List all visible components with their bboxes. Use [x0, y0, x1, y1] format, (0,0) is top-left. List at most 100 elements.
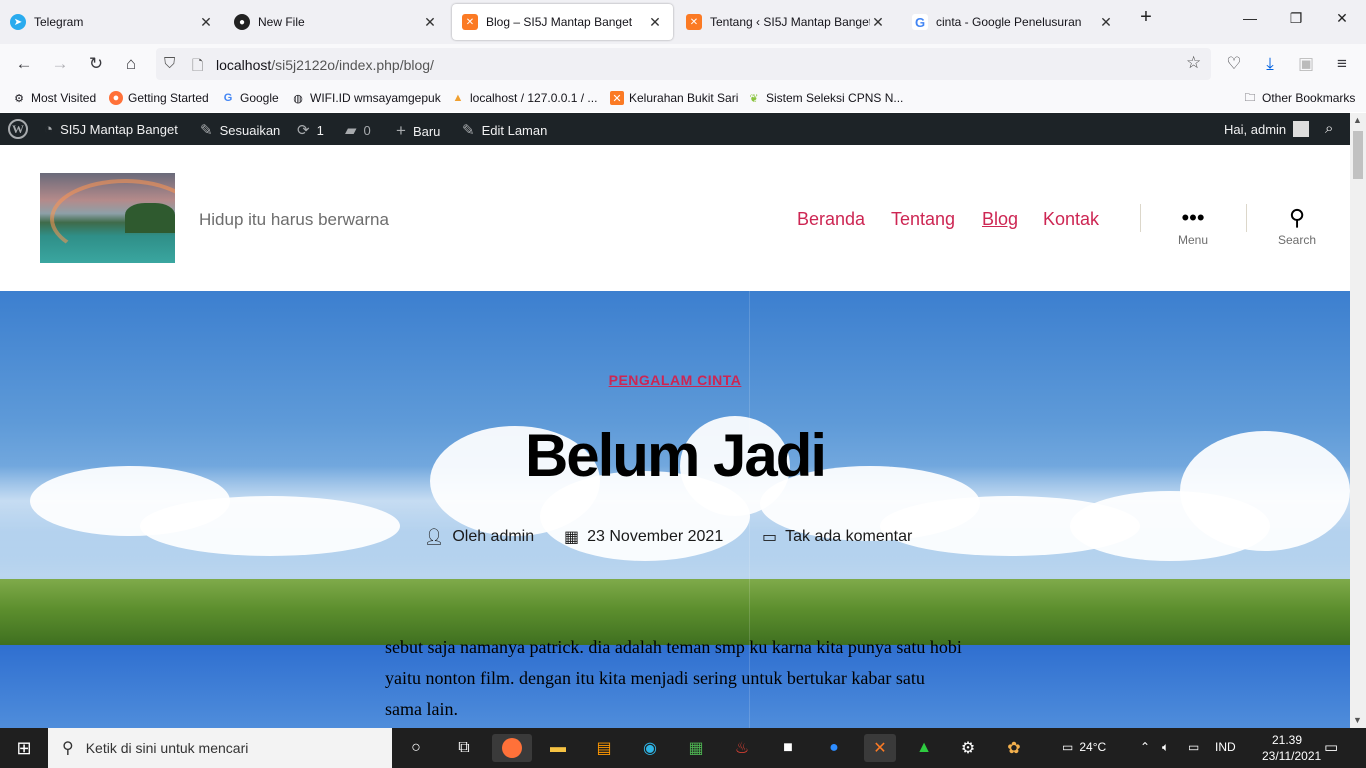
admin-new[interactable]: + Baru [396, 121, 440, 141]
post-comments[interactable]: ▭ Tak ada komentar [762, 527, 912, 547]
browser-tab-strip: ➤ Telegram ✕ ● New File ✕ ✕ Blog – SI5J … [0, 0, 1366, 44]
language-indicator[interactable]: IND [1215, 740, 1236, 754]
wordpress-logo-icon[interactable]: W [8, 119, 28, 139]
close-icon[interactable]: ✕ [422, 14, 438, 31]
star-icon[interactable]: ☆ [1186, 53, 1201, 73]
bookmark-cpns[interactable]: ❦ Sistem Seleksi CPNS N... [747, 91, 903, 105]
close-icon[interactable]: ✕ [870, 14, 886, 31]
download-button[interactable]: ⤓ [1258, 52, 1282, 76]
google-icon: G [223, 92, 233, 104]
folder-icon: 🗀 [1244, 91, 1256, 104]
bookmark-getting-started[interactable]: ● Getting Started [109, 91, 209, 105]
tab-google[interactable]: G cinta - Google Penelusuran ✕ [902, 4, 1124, 40]
bookmark-wifi-id[interactable]: ◍ WIFI.ID wmsayamgepuk [291, 91, 441, 105]
globe-icon: ◍ [293, 92, 303, 105]
clock[interactable]: 21.39 23/11/2021 [1262, 732, 1321, 764]
taskbar-search[interactable]: ⚲ Ketik di sini untuk mencari [48, 728, 392, 768]
file-explorer-icon[interactable]: ▬ [544, 734, 572, 762]
bookmark-google[interactable]: G Google [221, 91, 279, 105]
post-author[interactable]: 👤︎ Oleh admin [424, 527, 534, 547]
url-bar[interactable]: ⛉ 🗋 localhost/si5j2122o/index.php/blog/ … [156, 48, 1211, 80]
bookmark-phpmyadmin[interactable]: ▲ localhost / 127.0.0.1 / ... [451, 91, 598, 105]
forward-button[interactable]: → [48, 52, 72, 76]
admin-edit-page[interactable]: ✎ Edit Laman [462, 121, 547, 139]
paint-icon[interactable]: ✿ [1000, 734, 1028, 762]
xampp-icon: ✕ [462, 14, 478, 30]
search-icon: ⚲ [1288, 205, 1306, 230]
site-logo[interactable] [40, 173, 175, 263]
menu-item-kontak[interactable]: Kontak [1043, 209, 1099, 230]
scroll-down-icon[interactable]: ▼ [1353, 715, 1362, 725]
sublime-icon[interactable]: ▤ [590, 734, 618, 762]
restore-button[interactable]: ❐ [1276, 10, 1316, 27]
page-scrollbar[interactable]: ▲ ▼ [1350, 113, 1366, 728]
google-icon: G [912, 14, 928, 30]
bookmark-most-visited[interactable]: ⚙ Most Visited [12, 91, 96, 105]
new-tab-button[interactable]: + [1126, 6, 1166, 29]
java-icon[interactable]: ♨ [728, 734, 756, 762]
cortana-icon[interactable]: ○ [402, 734, 430, 762]
scrollbar-thumb[interactable] [1353, 131, 1363, 179]
home-button[interactable]: ⌂ [119, 52, 143, 76]
weather-widget[interactable]: ▭ 24°C [1062, 740, 1106, 754]
volume-icon[interactable]: 🔈︎ [1162, 740, 1169, 755]
tab-new-file[interactable]: ● New File ✕ [224, 4, 448, 40]
tray-chevron-icon[interactable]: ⌃ [1140, 740, 1150, 754]
menu-item-blog[interactable]: Blog [982, 209, 1018, 230]
tab-telegram[interactable]: ➤ Telegram ✕ [0, 4, 224, 40]
page-icon[interactable]: 🗋 [192, 55, 203, 79]
windows-start-icon[interactable]: ⊞ [10, 734, 38, 762]
tab-tentang[interactable]: ✕ Tentang ‹ SI5J Mantap Banget — ✕ [676, 4, 896, 40]
admin-account[interactable]: Hai, admin [1224, 121, 1310, 137]
bookmarks-toolbar: ⚙ Most Visited ● Getting Started G Google ◍… [0, 84, 1366, 112]
notification-icon[interactable]: ▭ [1324, 738, 1338, 756]
admin-comments[interactable]: ▰ 0 [345, 121, 371, 139]
close-icon[interactable]: ✕ [198, 14, 214, 31]
admin-customize[interactable]: ✎ Sesuaikan [200, 121, 280, 139]
zoom-icon[interactable]: ● [820, 734, 848, 762]
close-icon[interactable]: ✕ [647, 14, 663, 31]
url-text[interactable]: localhost/si5j2122o/index.php/blog/ [216, 57, 434, 73]
xampp-taskbar-icon[interactable]: ✕ [864, 734, 896, 762]
admin-search-icon[interactable]: ⌕ [1325, 120, 1333, 137]
weather-icon: ▭ [1062, 740, 1074, 754]
post-title: Belum Jadi [524, 422, 827, 489]
app-menu-button[interactable]: ≡ [1330, 52, 1354, 76]
admin-updates[interactable]: ⟳ 1 [297, 121, 324, 139]
category-link[interactable]: PENGALAM CINTA [609, 372, 742, 388]
comment-icon: ▭ [762, 529, 778, 546]
scroll-up-icon[interactable]: ▲ [1353, 115, 1362, 125]
post-date[interactable]: ▦ 23 November 2021 [564, 527, 723, 547]
triangle-app-icon[interactable]: ▲ [910, 734, 938, 762]
search-toggle-button[interactable]: ⚲ Search [1262, 203, 1332, 247]
close-icon[interactable]: ✕ [1098, 14, 1114, 31]
minimize-button[interactable]: — [1230, 10, 1270, 26]
task-view-icon[interactable]: ⧉ [450, 734, 478, 762]
tab-title: Blog – SI5J Mantap Banget [486, 15, 633, 29]
firefox-taskbar-icon[interactable] [492, 734, 532, 762]
tab-blog[interactable]: ✕ Blog – SI5J Mantap Banget ✕ [452, 4, 673, 40]
battery-icon[interactable]: ▭ [1188, 740, 1199, 754]
menu-item-beranda[interactable]: Beranda [797, 209, 865, 230]
tab-title: cinta - Google Penelusuran [936, 15, 1082, 29]
tab-title: New File [258, 15, 305, 29]
jetbrains-icon[interactable]: ■ [774, 734, 802, 762]
site-header: Hidup itu harus berwarna Beranda Tentang… [0, 145, 1350, 291]
tab-title: Telegram [34, 15, 84, 29]
spreadsheet-icon[interactable]: ▦ [682, 734, 710, 762]
bookmark-kelurahan[interactable]: ✕ Kelurahan Bukit Sari [610, 91, 738, 105]
reload-button[interactable]: ↻ [84, 52, 108, 76]
settings-icon[interactable]: ⚙ [954, 734, 982, 762]
shield-icon[interactable]: ⛉ [164, 55, 175, 72]
menu-toggle-button[interactable]: ••• Menu [1158, 203, 1228, 247]
admin-site-name[interactable]: ◔ SI5J Mantap Banget [44, 121, 178, 138]
xampp-icon: ✕ [686, 14, 702, 30]
menu-item-tentang[interactable]: Tentang [891, 209, 955, 230]
window-close-button[interactable]: ✕ [1322, 10, 1362, 27]
pocket-button[interactable]: ♡ [1222, 52, 1246, 76]
back-button[interactable]: ← [12, 52, 36, 76]
other-bookmarks[interactable]: 🗀 Other Bookmarks [1243, 91, 1356, 105]
firefox-icon: ● [109, 91, 123, 105]
extension-button[interactable]: ▣ [1294, 52, 1318, 76]
edge-icon[interactable]: ◉ [636, 734, 664, 762]
